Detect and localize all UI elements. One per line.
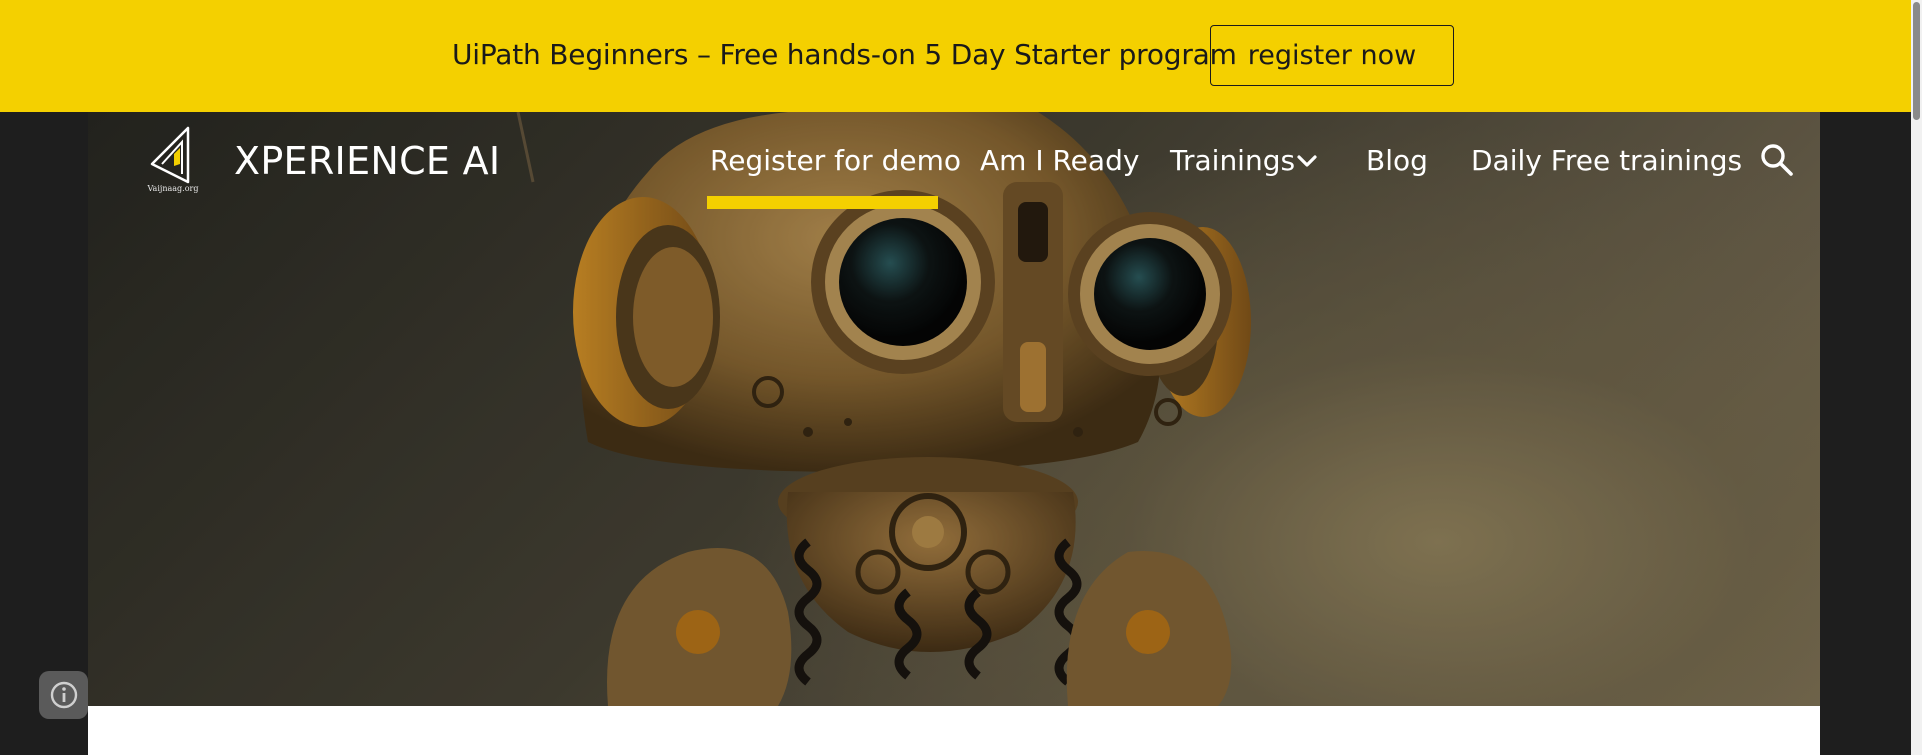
nav-am-i-ready[interactable]: Am I Ready — [980, 144, 1139, 177]
page-scrollbar[interactable] — [1911, 0, 1922, 755]
site-title[interactable]: XPERIENCE AI — [234, 139, 500, 183]
banner-text: UiPath Beginners – Free hands-on 5 Day S… — [452, 38, 1237, 71]
content-area — [88, 706, 1820, 755]
info-button[interactable] — [39, 671, 88, 719]
search-icon[interactable] — [1760, 143, 1794, 177]
nav-trainings[interactable]: Trainings — [1170, 144, 1295, 177]
announcement-banner: UiPath Beginners – Free hands-on 5 Day S… — [0, 0, 1922, 112]
logo-caption: Vaijnaag.org — [147, 184, 199, 193]
nav-blog[interactable]: Blog — [1366, 144, 1428, 177]
register-now-button[interactable]: register now — [1210, 25, 1454, 86]
hero-banner — [88, 112, 1820, 706]
active-nav-indicator — [707, 196, 938, 209]
scrollbar-thumb[interactable] — [1913, 2, 1920, 120]
info-icon — [50, 681, 77, 709]
hero-overlay — [88, 112, 1820, 706]
chevron-down-icon[interactable] — [1296, 153, 1318, 169]
nav-register-for-demo[interactable]: Register for demo — [710, 144, 961, 177]
nav-daily-free-trainings[interactable]: Daily Free trainings — [1471, 144, 1742, 177]
